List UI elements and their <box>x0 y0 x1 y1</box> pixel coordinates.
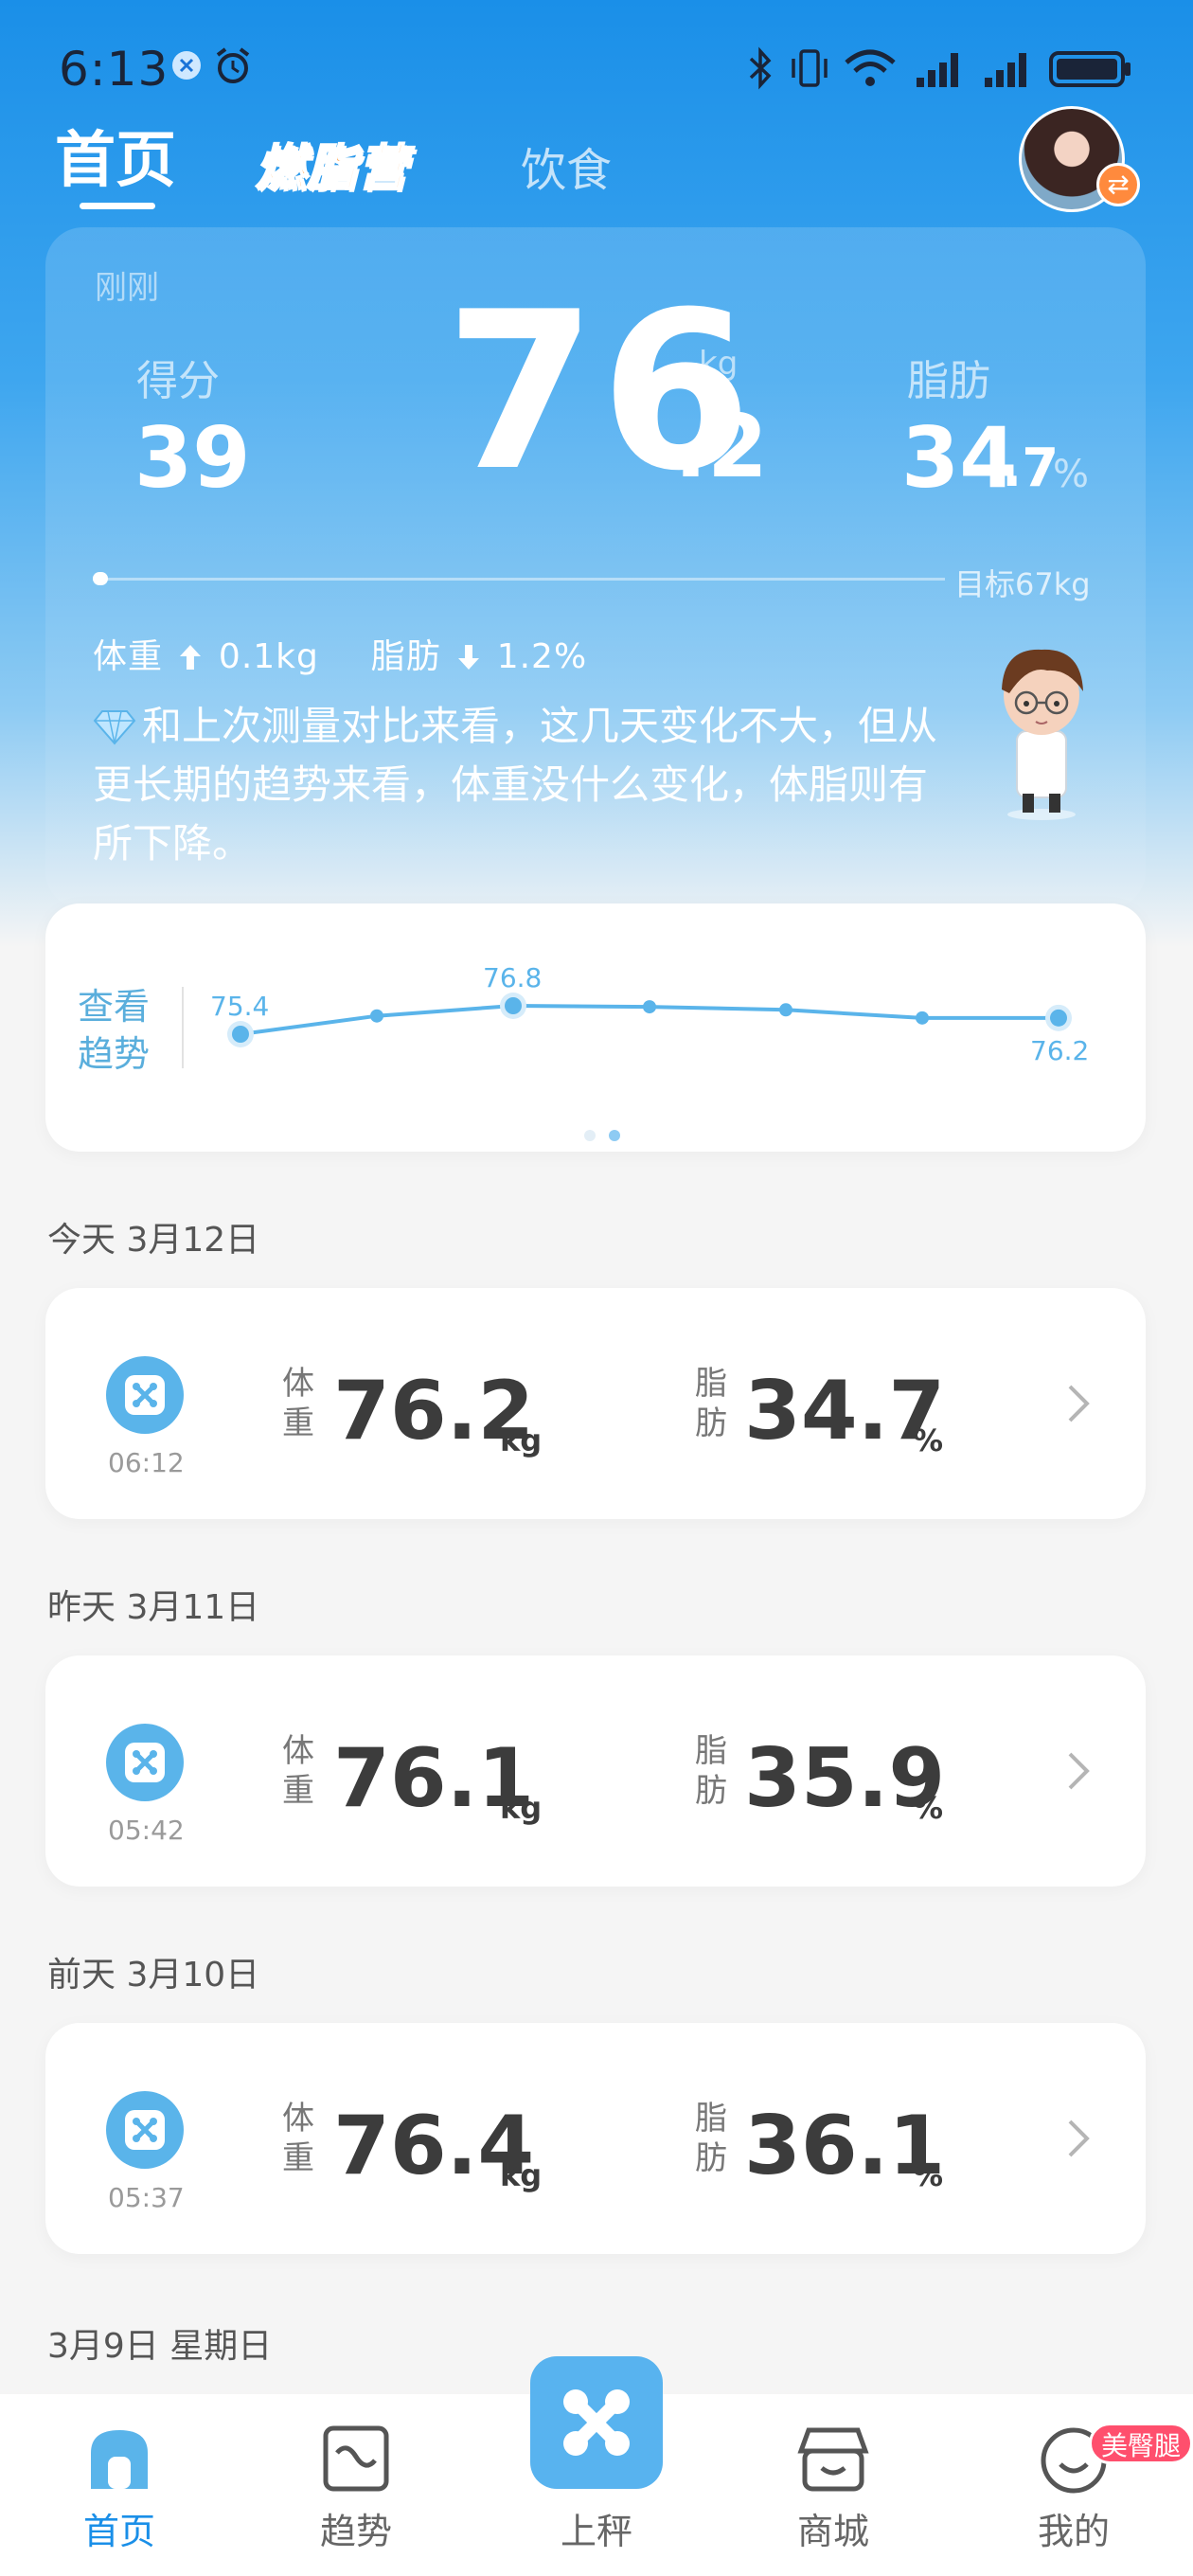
trend-label-first: 75.4 <box>210 991 269 1022</box>
promo-badge: 美臀腿 <box>1089 2423 1193 2464</box>
trend-point <box>370 1009 383 1023</box>
nav-mall-label: 商城 <box>796 2511 869 2552</box>
record-time: 05:42 <box>108 1815 185 1846</box>
x-app-icon <box>170 49 203 85</box>
record-weight-unit: kg <box>500 1422 543 1458</box>
delta-row: 体重 0.1kg 脂肪 1.2% <box>93 629 587 678</box>
status-bar: 6:13 <box>59 36 1134 102</box>
tab-diet[interactable]: 饮食 <box>521 133 612 199</box>
scale-icon <box>530 2389 663 2493</box>
trend-point <box>232 1026 249 1043</box>
delta-fat-value: 1.2% <box>496 637 588 676</box>
day-header: 前天 3月10日 <box>47 1956 260 1995</box>
record-fat-label: 脂肪 <box>695 1365 727 1442</box>
trend-chart: 75.4 76.8 76.2 <box>210 962 1089 1066</box>
delta-fat-label: 脂肪 <box>370 637 441 676</box>
wifi-icon <box>843 45 898 95</box>
chevron-right-icon <box>1064 1748 1093 1798</box>
vibrate-icon <box>788 45 831 95</box>
goal-progress-track <box>93 578 945 581</box>
scale-record-icon <box>106 2091 184 2169</box>
shop-icon <box>797 2427 869 2496</box>
alarm-icon <box>212 45 254 91</box>
switch-user-icon[interactable]: ⇄ <box>1096 163 1140 206</box>
trend-point <box>1050 1009 1067 1027</box>
goal-progress-marker <box>93 572 108 585</box>
record-card[interactable]: 06:12 体重 76.2 kg 脂肪 34.7% <box>45 1288 1146 1519</box>
measured-time: 刚刚 <box>95 269 159 307</box>
nav-mall[interactable]: 商城 <box>757 2424 909 2552</box>
nav-weigh-label: 上秤 <box>560 2511 632 2552</box>
scale-record-icon <box>106 1356 184 1434</box>
record-fat-label: 脂肪 <box>695 2100 727 2177</box>
score-value: 39 <box>134 409 251 507</box>
trend-point <box>505 997 522 1014</box>
trend-icon <box>322 2425 390 2496</box>
nav-home-label: 首页 <box>82 2511 155 2552</box>
trend-label-max: 76.8 <box>483 962 542 993</box>
signal-icon-1 <box>915 45 968 95</box>
battery-icon <box>1049 45 1134 95</box>
profile-icon <box>1038 2427 1110 2500</box>
day-header: 今天 3月12日 <box>47 1221 260 1260</box>
signal-icon-2 <box>983 45 1036 95</box>
record-card[interactable]: 05:42 体重 76.1 kg 脂肪 35.9% <box>45 1655 1146 1887</box>
ai-summary: 和上次测量对比来看，这几天变化不大，但从更长期的趋势来看，体重没什么变化，体脂则… <box>93 697 945 873</box>
arrow-down-icon <box>453 637 485 676</box>
nav-weigh-button[interactable] <box>530 2356 663 2489</box>
day-header: 3月9日 星期日 <box>47 2327 273 2366</box>
page-dot-active <box>609 1130 620 1141</box>
delta-weight-label: 体重 <box>93 637 164 676</box>
nav-trend[interactable]: 趋势 <box>280 2424 432 2552</box>
nav-mine-label: 我的 <box>1037 2511 1110 2552</box>
trend-point <box>779 1003 792 1017</box>
fat-unit: % <box>1053 453 1090 496</box>
trend-point <box>916 1011 929 1025</box>
record-weight-label: 体重 <box>282 1365 314 1442</box>
tab-fat-burn-camp[interactable]: 燃脂营 <box>255 128 409 199</box>
nav-home[interactable]: 首页 <box>44 2424 195 2552</box>
tab-home[interactable]: 首页 <box>55 112 176 199</box>
record-fat-label: 脂肪 <box>695 1732 727 1810</box>
summary-text: 和上次测量对比来看，这几天变化不大，但从更长期的趋势来看，体重没什么变化，体脂则… <box>93 703 938 867</box>
diamond-icon <box>93 703 142 749</box>
record-fat-unit: % <box>913 1422 944 1458</box>
trend-card[interactable]: 查看趋势 75.4 76.8 76.2 <box>45 903 1146 1152</box>
fat-value-integer: 34 <box>901 409 1018 507</box>
status-time: 6:13 <box>59 42 169 97</box>
delta-weight-value: 0.1kg <box>218 637 319 676</box>
fat-value-decimal: .7 <box>1002 438 1059 499</box>
arrow-up-icon <box>174 637 206 676</box>
scale-record-icon <box>106 1724 184 1801</box>
weight-value-decimal: .2 <box>674 396 768 497</box>
weight-unit: kg <box>699 345 739 383</box>
record-weight-unit: kg <box>500 2157 543 2193</box>
tab-home-indicator <box>80 203 155 209</box>
nav-trend-label: 趋势 <box>319 2511 392 2552</box>
day-header: 昨天 3月11日 <box>47 1588 260 1627</box>
record-fat-unit: % <box>913 1790 944 1826</box>
record-time: 06:12 <box>108 1447 185 1478</box>
record-fat-unit: % <box>913 2157 944 2193</box>
record-card[interactable]: 05:37 体重 76.4 kg 脂肪 36.1% <box>45 2023 1146 2254</box>
record-weight-label: 体重 <box>282 1732 314 1810</box>
chevron-right-icon <box>1064 2116 1093 2165</box>
chevron-right-icon <box>1064 1381 1093 1430</box>
record-weight-unit: kg <box>500 1790 543 1826</box>
page-dot <box>584 1130 596 1141</box>
trend-point <box>643 1000 656 1014</box>
trend-label-last: 76.2 <box>1030 1035 1089 1066</box>
record-weight-label: 体重 <box>282 2100 314 2177</box>
home-icon <box>81 2430 157 2496</box>
record-time: 05:37 <box>108 2182 185 2213</box>
fat-label: 脂肪 <box>907 357 990 405</box>
goal-label: 目标67kg <box>954 566 1091 602</box>
bluetooth-icon <box>746 45 775 95</box>
doctor-illustration <box>981 633 1104 826</box>
score-label: 得分 <box>136 357 220 405</box>
page-indicator <box>578 1127 627 1145</box>
